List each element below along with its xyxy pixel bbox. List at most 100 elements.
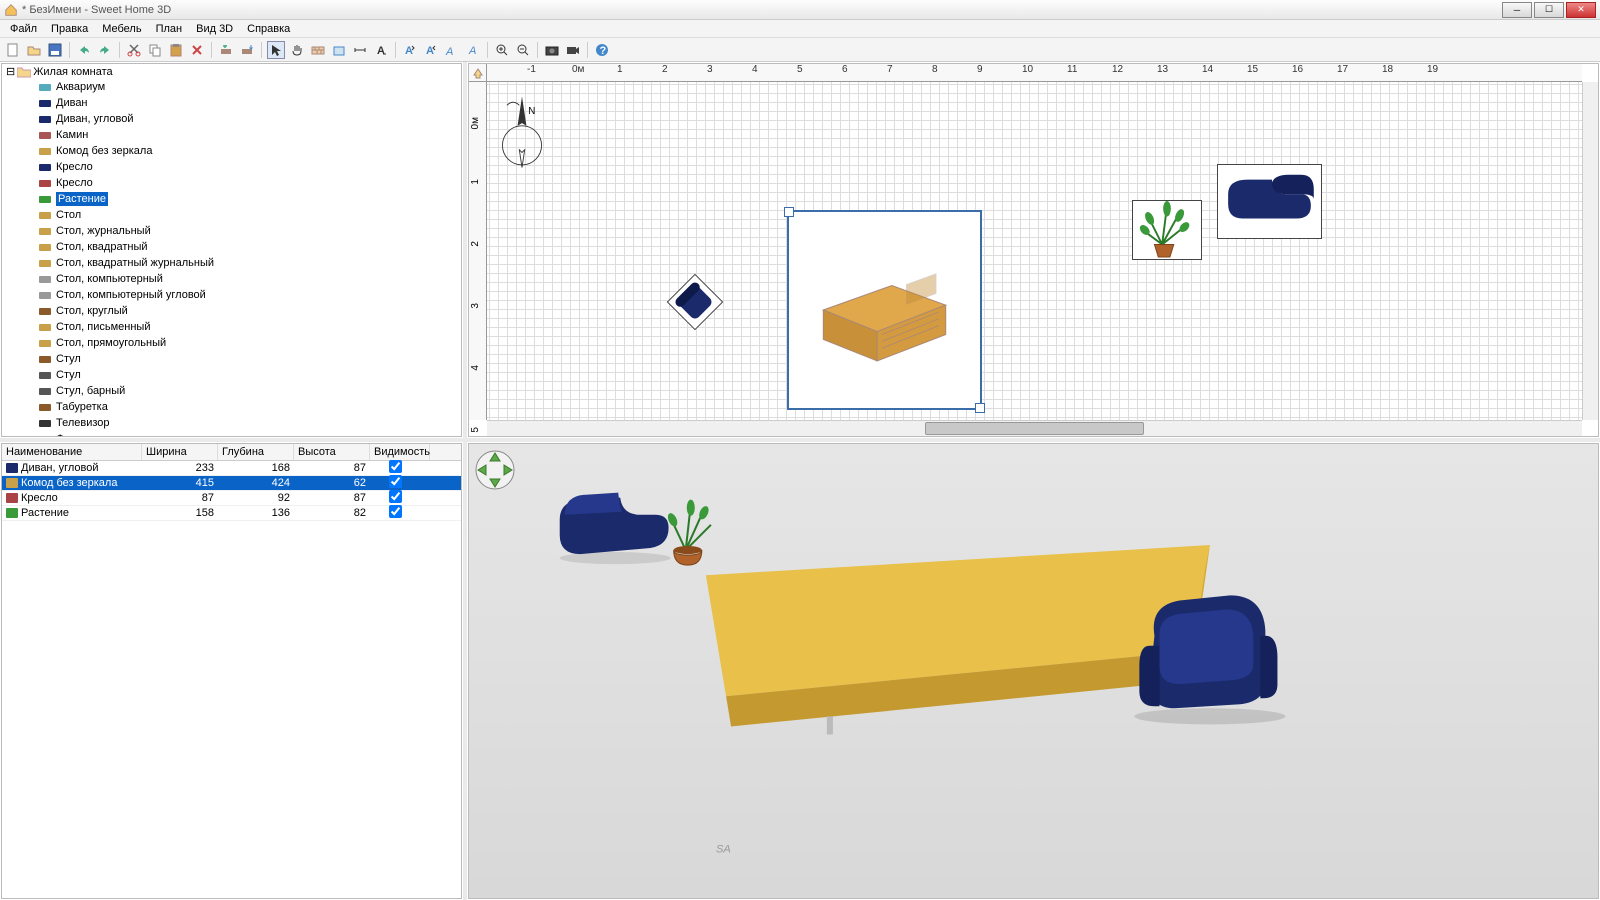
menu-3d[interactable]: Вид 3D bbox=[190, 22, 239, 36]
catalog-item[interactable]: Стул bbox=[2, 367, 461, 383]
paste-button[interactable] bbox=[167, 41, 185, 59]
plan-object-commode-selected[interactable] bbox=[787, 210, 982, 410]
add-furniture-button[interactable] bbox=[217, 41, 235, 59]
right-splitter[interactable] bbox=[467, 438, 1600, 442]
pan-tool[interactable] bbox=[288, 41, 306, 59]
video-button[interactable] bbox=[564, 41, 582, 59]
catalog-item[interactable]: Растение bbox=[2, 191, 461, 207]
text-italic-button[interactable]: A bbox=[422, 41, 440, 59]
catalog-item[interactable]: Стол, журнальный bbox=[2, 223, 461, 239]
col-header-height[interactable]: Высота bbox=[294, 444, 370, 460]
svg-text:A: A bbox=[377, 45, 385, 57]
catalog-item[interactable]: Телевизор bbox=[2, 415, 461, 431]
plan-grid[interactable]: N bbox=[487, 82, 1582, 420]
plan-view[interactable]: -10м12345678910111213141516171819 0м1234… bbox=[468, 63, 1599, 437]
table-row[interactable]: Диван, угловой23316887 bbox=[2, 461, 461, 476]
select-tool[interactable] bbox=[267, 41, 285, 59]
snapshot-button[interactable] bbox=[543, 41, 561, 59]
close-button[interactable]: ✕ bbox=[1566, 2, 1596, 18]
toolbar: A A A A A ? bbox=[0, 38, 1600, 62]
svg-text:SA: SA bbox=[716, 843, 731, 855]
3d-nav-control[interactable] bbox=[475, 450, 515, 490]
menu-furniture[interactable]: Мебель bbox=[96, 22, 147, 36]
col-header-visibility[interactable]: Видимость bbox=[370, 444, 430, 460]
ruler-corner bbox=[469, 64, 487, 82]
plan-object-chair[interactable] bbox=[667, 274, 724, 331]
open-button[interactable] bbox=[25, 41, 43, 59]
tree-collapse-icon[interactable]: ⊟ bbox=[6, 65, 15, 78]
col-header-depth[interactable]: Глубина bbox=[218, 444, 294, 460]
catalog-item[interactable]: Стол, прямоугольный bbox=[2, 335, 461, 351]
text-bold-button[interactable]: A bbox=[401, 41, 419, 59]
text-tool[interactable]: A bbox=[372, 41, 390, 59]
catalog-item[interactable]: Комод без зеркала bbox=[2, 143, 461, 159]
ruler-tick: 0м bbox=[572, 64, 584, 75]
catalog-item[interactable]: Табуретка bbox=[2, 399, 461, 415]
plan-vertical-scrollbar[interactable] bbox=[1582, 82, 1598, 420]
col-header-name[interactable]: Наименование bbox=[2, 444, 142, 460]
undo-button[interactable] bbox=[75, 41, 93, 59]
minimize-button[interactable]: ─ bbox=[1502, 2, 1532, 18]
table-row[interactable]: Комод без зеркала41542462 bbox=[2, 476, 461, 491]
svg-text:A: A bbox=[468, 45, 476, 57]
save-button[interactable] bbox=[46, 41, 64, 59]
ruler-tick: 17 bbox=[1337, 64, 1348, 75]
catalog-item[interactable]: Стол, письменный bbox=[2, 319, 461, 335]
catalog-item[interactable]: Диван, угловой bbox=[2, 111, 461, 127]
catalog-item[interactable]: Стул, барный bbox=[2, 383, 461, 399]
catalog-item[interactable]: Аквариум bbox=[2, 79, 461, 95]
cut-button[interactable] bbox=[125, 41, 143, 59]
zoom-in-button[interactable] bbox=[493, 41, 511, 59]
plan-object-sofa[interactable] bbox=[1217, 164, 1322, 239]
catalog-item[interactable]: Камин bbox=[2, 127, 461, 143]
row-visibility-checkbox[interactable] bbox=[389, 460, 402, 473]
plan-horizontal-scrollbar[interactable] bbox=[487, 420, 1582, 436]
catalog-item[interactable]: Стол, квадратный bbox=[2, 239, 461, 255]
import-furniture-button[interactable] bbox=[238, 41, 256, 59]
catalog-item[interactable]: Кресло bbox=[2, 175, 461, 191]
copy-button[interactable] bbox=[146, 41, 164, 59]
left-splitter[interactable] bbox=[0, 438, 463, 442]
catalog-item[interactable]: Фортепьяно bbox=[2, 431, 461, 437]
menu-plan[interactable]: План bbox=[150, 22, 189, 36]
furniture-icon bbox=[6, 463, 18, 473]
compass-icon[interactable]: N bbox=[497, 92, 547, 172]
catalog-item[interactable]: Стол, круглый bbox=[2, 303, 461, 319]
text-decrease-button[interactable]: A bbox=[464, 41, 482, 59]
catalog-item[interactable]: Стул bbox=[2, 351, 461, 367]
plan-object-plant[interactable] bbox=[1132, 200, 1202, 260]
3d-view[interactable]: SA bbox=[468, 443, 1599, 899]
dimension-tool[interactable] bbox=[351, 41, 369, 59]
menu-edit[interactable]: Правка bbox=[45, 22, 94, 36]
furniture-icon bbox=[38, 226, 52, 236]
catalog-item[interactable]: Стол, квадратный журнальный bbox=[2, 255, 461, 271]
catalog-item-label: Стол, компьютерный угловой bbox=[56, 288, 206, 302]
row-visibility-checkbox[interactable] bbox=[389, 490, 402, 503]
row-visibility-checkbox[interactable] bbox=[389, 475, 402, 488]
room-tool[interactable] bbox=[330, 41, 348, 59]
row-visibility-checkbox[interactable] bbox=[389, 505, 402, 518]
menu-help[interactable]: Справка bbox=[241, 22, 296, 36]
furniture-catalog[interactable]: ⊟ Жилая комната АквариумДиванДиван, угло… bbox=[1, 63, 462, 437]
zoom-out-button[interactable] bbox=[514, 41, 532, 59]
redo-button[interactable] bbox=[96, 41, 114, 59]
text-increase-button[interactable]: A bbox=[443, 41, 461, 59]
catalog-category[interactable]: ⊟ Жилая комната bbox=[2, 64, 461, 79]
table-row[interactable]: Растение15813682 bbox=[2, 506, 461, 521]
delete-button[interactable] bbox=[188, 41, 206, 59]
catalog-item-label: Стул bbox=[56, 352, 81, 366]
catalog-item[interactable]: Стол, компьютерный bbox=[2, 271, 461, 287]
furniture-table[interactable]: Наименование Ширина Глубина Высота Видим… bbox=[1, 443, 462, 899]
menu-file[interactable]: Файл bbox=[4, 22, 43, 36]
table-row[interactable]: Кресло879287 bbox=[2, 491, 461, 506]
wall-tool[interactable] bbox=[309, 41, 327, 59]
maximize-button[interactable]: ☐ bbox=[1534, 2, 1564, 18]
ruler-tick: 18 bbox=[1382, 64, 1393, 75]
col-header-width[interactable]: Ширина bbox=[142, 444, 218, 460]
catalog-item[interactable]: Стол, компьютерный угловой bbox=[2, 287, 461, 303]
catalog-item[interactable]: Диван bbox=[2, 95, 461, 111]
catalog-item[interactable]: Кресло bbox=[2, 159, 461, 175]
help-button[interactable]: ? bbox=[593, 41, 611, 59]
catalog-item[interactable]: Стол bbox=[2, 207, 461, 223]
new-button[interactable] bbox=[4, 41, 22, 59]
